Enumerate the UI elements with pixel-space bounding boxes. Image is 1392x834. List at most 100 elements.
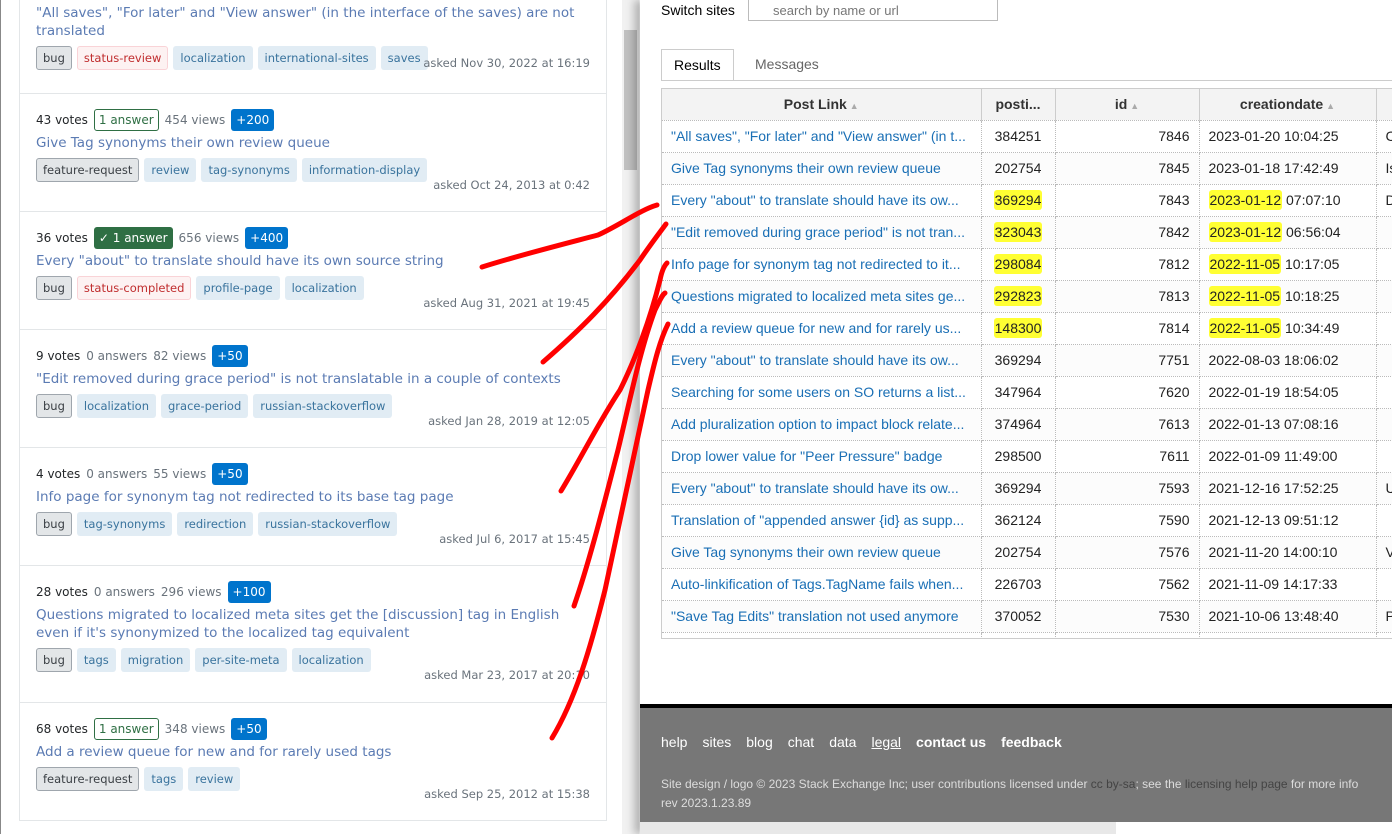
table-row: Give Tag synonyms their own review queue…	[662, 536, 1392, 569]
column-header-label: Post Link	[783, 96, 847, 113]
post-id-value: 226703	[994, 576, 1042, 592]
tag-redirection[interactable]: redirection	[177, 512, 254, 536]
tag-bug[interactable]: bug	[36, 512, 72, 536]
tag-international-sites[interactable]: international-sites	[257, 46, 376, 70]
tag-grace-period[interactable]: grace-period	[161, 394, 249, 418]
creation-time: 07:08:16	[1280, 416, 1339, 432]
post-link[interactable]: Info page for synonym tag not redirected…	[662, 248, 982, 281]
question-title-link[interactable]: Add a review queue for new and for rarel…	[36, 743, 590, 761]
licensing-help-link[interactable]: licensing help page	[1185, 777, 1288, 791]
post-link[interactable]: "Edit removed during grace period" is no…	[662, 216, 982, 249]
id-cell: 7593	[1055, 472, 1200, 505]
creationdate-cell: 2022-01-19 18:54:05	[1199, 376, 1377, 409]
post-link[interactable]: Add pluralization option to impact block…	[662, 408, 982, 441]
tag-russian-stackoverflow[interactable]: russian-stackoverflow	[253, 394, 393, 418]
question-title-link[interactable]: Give Tag synonyms their own review queue	[36, 134, 590, 152]
footer-link-feedback[interactable]: feedback	[1001, 734, 1062, 750]
post-link[interactable]	[662, 632, 982, 638]
extra-cell: D	[1376, 184, 1392, 217]
view-count: 348 views	[164, 722, 226, 736]
post-id-value: 362124	[994, 512, 1042, 528]
question-title-link[interactable]: Questions migrated to localized meta sit…	[36, 606, 590, 642]
footer-link-legal[interactable]: legal	[871, 734, 901, 750]
column-header[interactable]	[1376, 89, 1392, 121]
table-row: Translation of "appended answer {id} as …	[662, 504, 1392, 537]
footer-link-contact-us[interactable]: contact us	[916, 734, 986, 750]
tag-localization[interactable]: localization	[284, 276, 364, 300]
extra-cell	[1376, 408, 1392, 441]
sort-arrow-icon: ▲	[1326, 101, 1336, 112]
extra-cell	[1376, 376, 1392, 409]
creationdate-cell: 2021-12-13 09:51:12	[1199, 504, 1377, 537]
tag-tag-synonyms[interactable]: tag-synonyms	[76, 512, 173, 536]
post-id-value: 202754	[994, 160, 1042, 176]
tag-status-review[interactable]: status-review	[76, 46, 169, 70]
tag-bug[interactable]: bug	[36, 648, 72, 672]
tag-localization[interactable]: localization	[76, 394, 156, 418]
asked-timestamp: asked Jul 6, 2017 at 15:45	[439, 532, 590, 546]
question-title-link[interactable]: "Edit removed during grace period" is no…	[36, 370, 590, 388]
tag-russian-stackoverflow[interactable]: russian-stackoverflow	[258, 512, 398, 536]
tag-status-completed[interactable]: status-completed	[76, 276, 192, 300]
column-header[interactable]: Post Link ▲	[662, 89, 982, 121]
tag-review[interactable]: review	[188, 767, 241, 791]
bounty-badge: +50	[212, 345, 248, 367]
tab-results[interactable]: Results	[661, 49, 734, 81]
post-id-cell: 148300	[981, 312, 1056, 345]
vote-count: 28 votes	[36, 585, 88, 599]
tag-feature-request[interactable]: feature-request	[36, 767, 140, 791]
tag-information-display[interactable]: information-display	[301, 158, 428, 182]
tag-bug[interactable]: bug	[36, 394, 72, 418]
tab-messages[interactable]: Messages	[743, 49, 831, 81]
scrollbar-thumb[interactable]	[624, 30, 637, 170]
tag-feature-request[interactable]: feature-request	[36, 158, 140, 182]
post-id-cell: 362124	[981, 504, 1056, 537]
footer-link-blog[interactable]: blog	[746, 734, 772, 750]
question-title-link[interactable]: Info page for synonym tag not redirected…	[36, 488, 590, 506]
footer-link-sites[interactable]: sites	[702, 734, 731, 750]
tag-localization[interactable]: localization	[173, 46, 253, 70]
footer-link-data[interactable]: data	[829, 734, 856, 750]
post-link[interactable]: Every "about" to translate should have i…	[662, 344, 982, 377]
question-title-link[interactable]: "All saves", "For later" and "View answe…	[36, 4, 590, 40]
creation-date: 2021-12-16	[1208, 480, 1281, 496]
tag-tags[interactable]: tags	[76, 648, 116, 672]
site-search-input[interactable]: search by name or url	[748, 0, 998, 21]
post-link[interactable]: Give Tag synonyms their own review queue	[662, 152, 982, 185]
post-link[interactable]: Searching for some users on SO returns a…	[662, 376, 982, 409]
tag-review[interactable]: review	[144, 158, 197, 182]
post-link[interactable]: Translation of "appended answer {id} as …	[662, 504, 982, 537]
footer-links: help sites blog chat data legal contact us feed…	[661, 734, 1062, 750]
column-header[interactable]: id ▲	[1055, 89, 1200, 121]
footer-link-help[interactable]: help	[661, 734, 687, 750]
tag-bug[interactable]: bug	[36, 46, 72, 70]
post-link[interactable]: "All saves", "For later" and "View answe…	[662, 120, 982, 153]
tag-tag-synonyms[interactable]: tag-synonyms	[201, 158, 297, 182]
cc-by-sa-link[interactable]: cc by-sa	[1091, 777, 1136, 791]
post-link[interactable]: Every "about" to translate should have i…	[662, 472, 982, 505]
post-link[interactable]: Add a review queue for new and for rarel…	[662, 312, 982, 345]
post-link[interactable]: Drop lower value for "Peer Pressure" bad…	[662, 440, 982, 473]
tag-localization[interactable]: localization	[291, 648, 371, 672]
column-header[interactable]: creationdate ▲	[1199, 89, 1377, 121]
tag-bug[interactable]: bug	[36, 276, 72, 300]
tag-migration[interactable]: migration	[120, 648, 191, 672]
footer-link-chat[interactable]: chat	[788, 734, 814, 750]
post-link[interactable]: Auto-linkification of Tags.TagName fails…	[662, 568, 982, 601]
post-link[interactable]: Every "about" to translate should have i…	[662, 184, 982, 217]
tag-tags[interactable]: tags	[144, 767, 184, 791]
tag-per-site-meta[interactable]: per-site-meta	[195, 648, 287, 672]
post-id-value: 148300	[993, 318, 1043, 338]
view-count: 296 views	[160, 585, 222, 599]
tag-profile-page[interactable]: profile-page	[196, 276, 280, 300]
question-title-link[interactable]: Every "about" to translate should have i…	[36, 252, 590, 270]
post-link[interactable]: "Save Tag Edits" translation not used an…	[662, 600, 982, 633]
creationdate-cell: 2021-12-16 17:52:25	[1199, 472, 1377, 505]
post-link[interactable]: Questions migrated to localized meta sit…	[662, 280, 982, 313]
page-bottom-strip-right	[1116, 822, 1392, 834]
post-id-cell: 298084	[981, 248, 1056, 281]
tag-saves[interactable]: saves	[380, 46, 428, 70]
column-header[interactable]: posti...	[981, 89, 1056, 121]
post-link[interactable]: Give Tag synonyms their own review queue	[662, 536, 982, 569]
view-count: 656 views	[178, 231, 240, 245]
